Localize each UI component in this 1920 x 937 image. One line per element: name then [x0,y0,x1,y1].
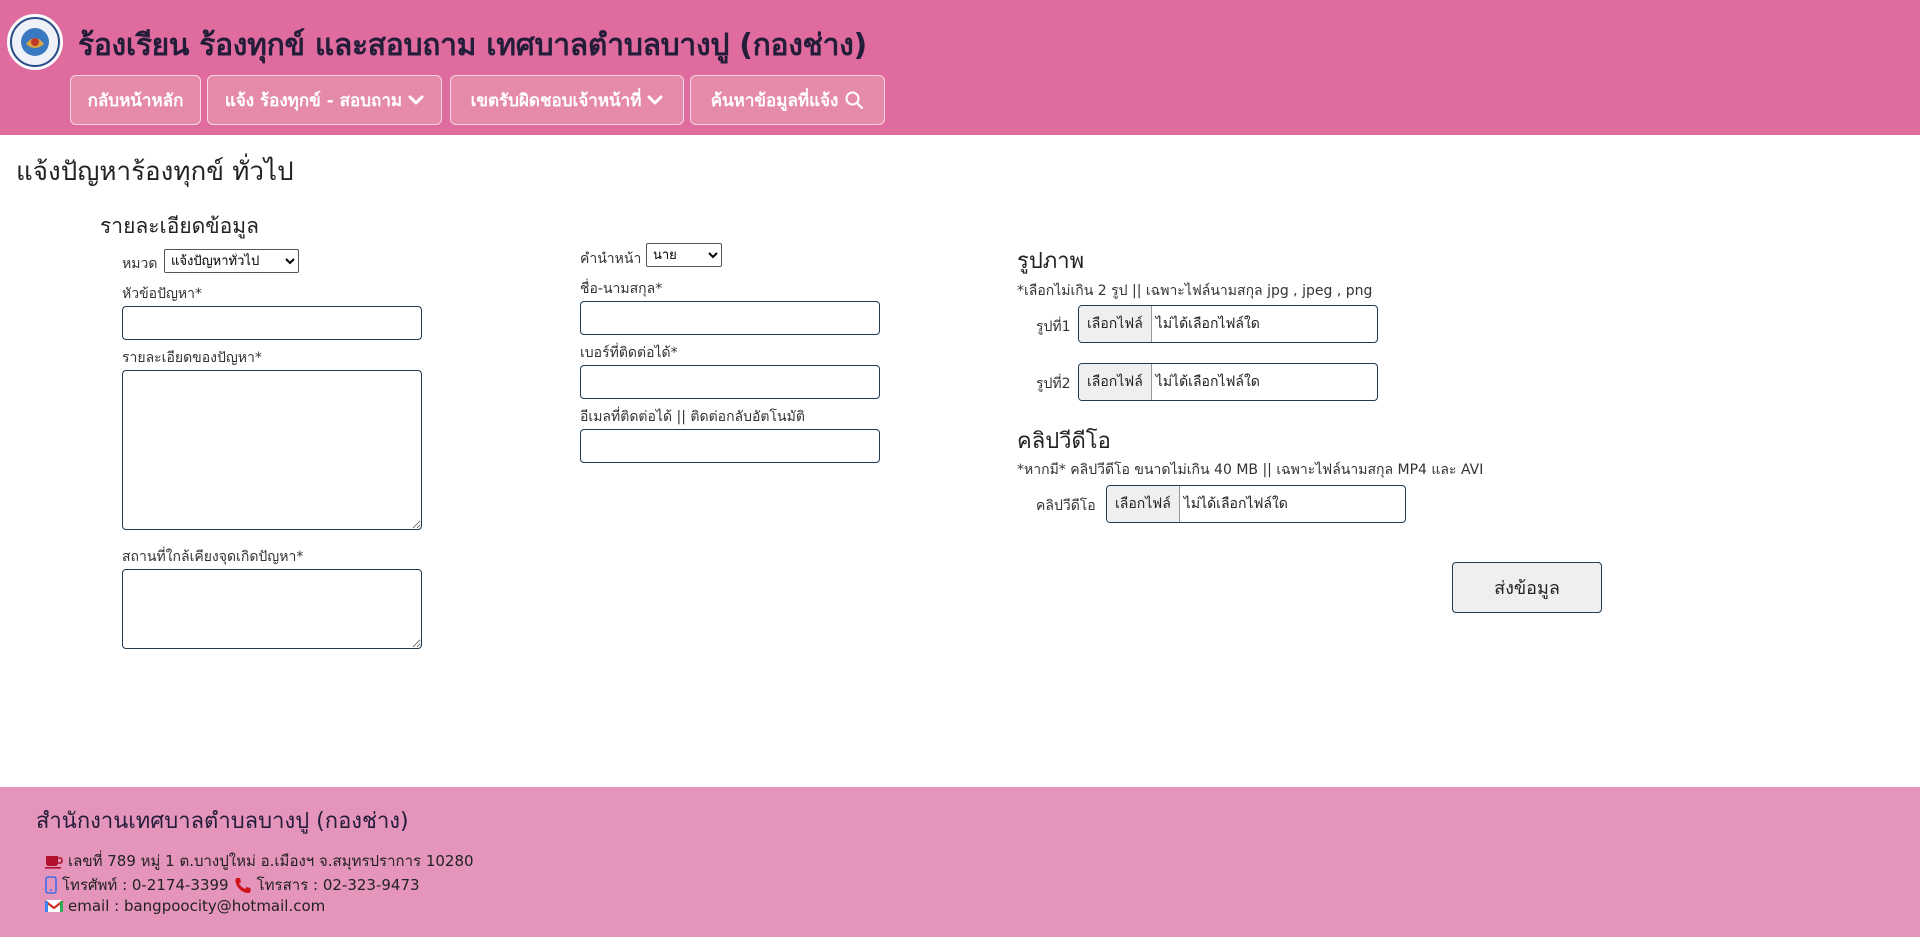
category-select[interactable]: แจ้งปัญหาทั่วไป [164,249,299,273]
footer-phone-line: โทรศัพท์ : 0-2174-3399 โทรสาร : 02-323-9… [44,873,420,897]
prefix-label: คำนำหน้า [580,251,642,267]
footer-email: email : bangpoocity@hotmail.com [68,897,326,915]
location-label: สถานที่ใกล้เคียงจุดเกิดปัญหา* [122,549,304,565]
nav-report-label: แจ้ง ร้องทุกข์ - สอบถาม [224,90,403,111]
coffee-cup-icon [45,856,63,869]
nav-home-button[interactable]: กลับหน้าหลัก [70,75,201,125]
phone-input[interactable] [580,365,880,399]
description-textarea[interactable] [122,370,422,530]
image1-choose-file-button[interactable]: เลือกไฟล์ [1079,306,1152,342]
subject-input[interactable] [122,306,422,340]
prefix-select[interactable]: นาย [646,243,722,267]
submit-button[interactable]: ส่งข้อมูล [1452,562,1602,613]
nav-search-label: ค้นหาข้อมูลที่แจ้ง [710,90,839,111]
chevron-down-icon [408,95,424,105]
site-footer: สำนักงานเทศบาลตำบลบางปู (กองช่าง) เลขที่… [0,787,1920,937]
image2-file-input[interactable]: เลือกไฟล์ ไม่ได้เลือกไฟล์ใด [1078,363,1378,401]
image2-file-status: ไม่ได้เลือกไฟล์ใด [1155,374,1260,390]
video-choose-file-button[interactable]: เลือกไฟล์ [1107,486,1180,522]
details-heading: รายละเอียดข้อมูล [100,214,259,238]
footer-email-line: email : bangpoocity@hotmail.com [44,897,325,915]
images-hint: *เลือกไม่เกิน 2 รูป || เฉพาะไฟล์นามสกุล … [1017,283,1373,299]
footer-phone: โทรศัพท์ : 0-2174-3399 [62,876,229,894]
site-header: ร้องเรียน ร้องทุกข์ และสอบถาม เทศบาลตำบล… [0,0,1920,135]
video-label: คลิปวีดีโอ [1036,498,1096,514]
phone-handset-icon [235,878,251,893]
phone-label: เบอร์ที่ติดต่อได้* [580,345,678,361]
name-input[interactable] [580,301,880,335]
nav-home-label: กลับหน้าหลัก [87,90,184,111]
search-icon [845,91,864,110]
footer-fax: โทรสาร : 02-323-9473 [256,876,420,894]
category-label: หมวด [122,256,158,272]
email-label: อีเมลที่ติดต่อได้ || ติดต่อกลับอัตโนมัติ [580,409,805,425]
video-heading: คลิปวีดีโอ [1017,429,1111,454]
video-file-input[interactable]: เลือกไฟล์ ไม่ได้เลือกไฟล์ใด [1106,485,1406,523]
subject-label: หัวข้อปัญหา* [122,286,202,302]
mobile-phone-icon [45,876,57,894]
image1-file-input[interactable]: เลือกไฟล์ ไม่ได้เลือกไฟล์ใด [1078,305,1378,343]
nav-report-dropdown[interactable]: แจ้ง ร้องทุกข์ - สอบถาม [207,75,442,125]
image1-label: รูปที่1 [1036,319,1071,335]
nav-search-button[interactable]: ค้นหาข้อมูลที่แจ้ง [690,75,885,125]
footer-address-line: เลขที่ 789 หมู่ 1 ต.บางปูใหม่ อ.เมืองฯ จ… [44,849,474,873]
description-label: รายละเอียดของปัญหา* [122,350,262,366]
images-heading: รูปภาพ [1017,249,1085,274]
nav-responsibility-dropdown[interactable]: เขตรับผิดชอบเจ้าหน้าที่ [450,75,684,125]
seal-icon [10,17,60,67]
image2-label: รูปที่2 [1036,376,1071,392]
municipality-logo[interactable] [7,14,63,70]
video-hint: *หากมี* คลิปวีดีโอ ขนาดไม่เกิน 40 MB || … [1017,462,1484,478]
image2-choose-file-button[interactable]: เลือกไฟล์ [1079,364,1152,400]
site-title: ร้องเรียน ร้องทุกข์ และสอบถาม เทศบาลตำบล… [78,28,867,63]
nav-responsibility-label: เขตรับผิดชอบเจ้าหน้าที่ [470,90,642,111]
image1-file-status: ไม่ได้เลือกไฟล์ใด [1155,316,1260,332]
footer-title: สำนักงานเทศบาลตำบลบางปู (กองช่าง) [36,809,409,834]
location-textarea[interactable] [122,569,422,649]
video-file-status: ไม่ได้เลือกไฟล์ใด [1183,496,1288,512]
page-title: แจ้งปัญหาร้องทุกข์ ทั่วไป [16,157,294,187]
chevron-down-icon [647,95,663,105]
email-input[interactable] [580,429,880,463]
footer-address: เลขที่ 789 หมู่ 1 ต.บางปูใหม่ อ.เมืองฯ จ… [68,852,474,870]
gmail-icon [44,900,64,912]
name-label: ชื่อ-นามสกุล* [580,281,663,297]
